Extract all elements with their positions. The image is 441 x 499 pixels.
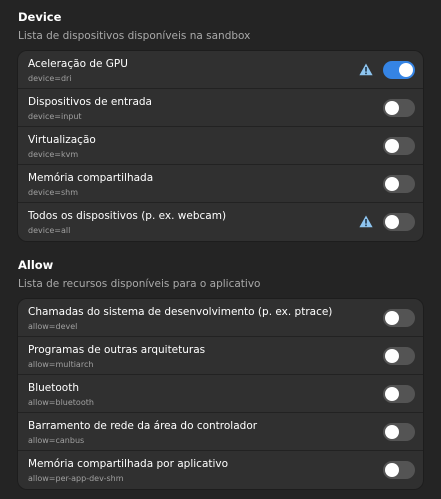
warning-triangle-icon: [359, 63, 373, 76]
device-row-shm: Memória compartilhada device=shm: [18, 165, 423, 203]
all-devices-toggle[interactable]: [383, 213, 415, 231]
bluetooth-toggle[interactable]: [383, 385, 415, 403]
toggle-knob: [385, 215, 399, 229]
warning-triangle-icon: [359, 215, 373, 228]
permissions-page: Device Lista de dispositivos disponíveis…: [0, 0, 441, 499]
row-title: Virtualização: [28, 134, 96, 146]
toggle-knob: [385, 463, 399, 477]
row-title: Memória compartilhada: [28, 172, 154, 184]
row-subtitle: allow=bluetooth: [28, 398, 94, 407]
row-title: Bluetooth: [28, 382, 79, 394]
device-section-description: Lista de dispositivos disponíveis na san…: [18, 30, 251, 42]
toggle-knob: [385, 139, 399, 153]
device-section: Device Lista de dispositivos disponíveis…: [18, 10, 423, 241]
row-title: Programas de outras arquiteturas: [28, 344, 206, 356]
shared-memory-toggle[interactable]: [383, 175, 415, 193]
device-section-title: Device: [18, 10, 62, 24]
row-subtitle: allow=canbus: [28, 436, 85, 445]
toggle-knob: [385, 311, 399, 325]
multiarch-toggle[interactable]: [383, 347, 415, 365]
canbus-toggle[interactable]: [383, 423, 415, 441]
device-row-gpu: Aceleração de GPU device=dri: [18, 51, 423, 89]
allow-list: Chamadas do sistema de desenvolvimento (…: [18, 299, 423, 489]
toggle-knob: [385, 177, 399, 191]
device-row-input: Dispositivos de entrada device=input: [18, 89, 423, 127]
row-title: Barramento de rede da área do controlado…: [28, 420, 258, 432]
row-title: Todos os dispositivos (p. ex. webcam): [28, 210, 227, 222]
toggle-knob: [385, 387, 399, 401]
toggle-knob: [385, 425, 399, 439]
gpu-acceleration-toggle[interactable]: [383, 61, 415, 79]
allow-row-devel: Chamadas do sistema de desenvolvimento (…: [18, 299, 423, 337]
device-list: Aceleração de GPU device=dri Dispositivo…: [18, 51, 423, 241]
row-title: Dispositivos de entrada: [28, 96, 152, 108]
allow-section: Allow Lista de recursos disponíveis para…: [18, 258, 423, 489]
row-subtitle: allow=multiarch: [28, 360, 94, 369]
row-subtitle: device=dri: [28, 74, 72, 83]
allow-section-description: Lista de recursos disponíveis para o apl…: [18, 278, 261, 290]
row-subtitle: allow=devel: [28, 322, 78, 331]
device-row-kvm: Virtualização device=kvm: [18, 127, 423, 165]
toggle-knob: [385, 101, 399, 115]
allow-section-title: Allow: [18, 258, 54, 272]
toggle-knob: [385, 349, 399, 363]
row-subtitle: device=shm: [28, 188, 79, 197]
row-title: Aceleração de GPU: [28, 58, 128, 70]
allow-row-per-app-dev-shm: Memória compartilhada por aplicativo all…: [18, 451, 423, 489]
input-devices-toggle[interactable]: [383, 99, 415, 117]
virtualization-toggle[interactable]: [383, 137, 415, 155]
row-title: Memória compartilhada por aplicativo: [28, 458, 229, 470]
per-app-shm-toggle[interactable]: [383, 461, 415, 479]
allow-row-multiarch: Programas de outras arquiteturas allow=m…: [18, 337, 423, 375]
row-title: Chamadas do sistema de desenvolvimento (…: [28, 306, 333, 318]
allow-row-bluetooth: Bluetooth allow=bluetooth: [18, 375, 423, 413]
device-row-all: Todos os dispositivos (p. ex. webcam) de…: [18, 203, 423, 241]
devel-toggle[interactable]: [383, 309, 415, 327]
row-subtitle: allow=per-app-dev-shm: [28, 474, 124, 483]
row-subtitle: device=kvm: [28, 150, 79, 159]
toggle-knob: [399, 63, 413, 77]
allow-row-canbus: Barramento de rede da área do controlado…: [18, 413, 423, 451]
row-subtitle: device=all: [28, 226, 71, 235]
row-subtitle: device=input: [28, 112, 82, 121]
